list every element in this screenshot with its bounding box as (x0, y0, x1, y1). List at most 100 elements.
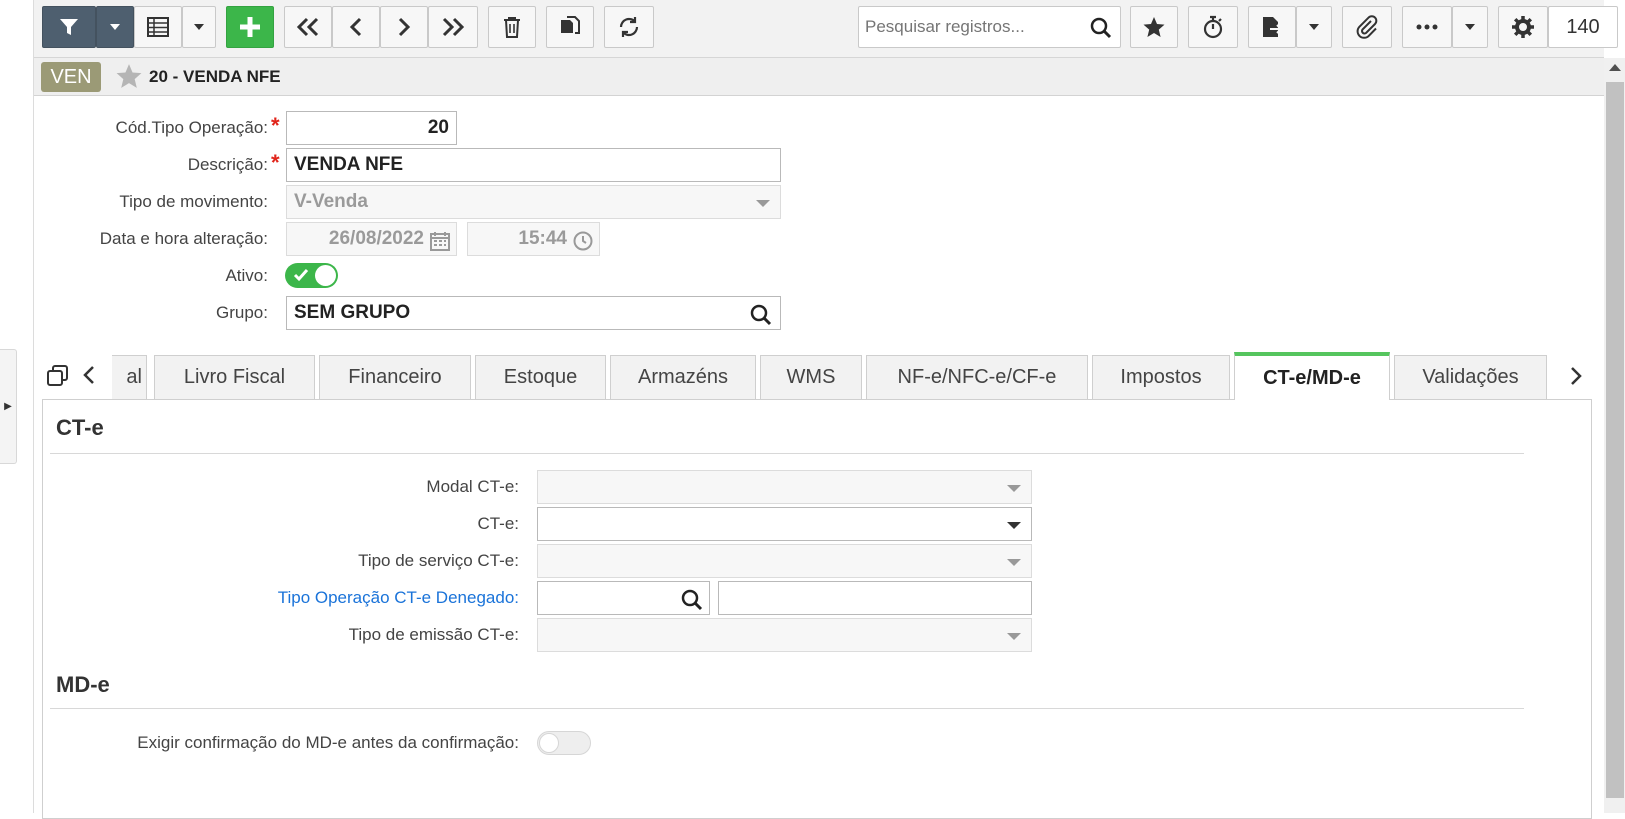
page-title: 20 - VENDA NFE (149, 67, 281, 86)
cod-tipo-field[interactable]: 20 (286, 111, 457, 145)
toggle-knob (539, 733, 559, 753)
data-hora-label: Data e hora alteração: (99, 229, 268, 248)
search-icon[interactable] (1090, 17, 1112, 39)
filter-button[interactable] (42, 6, 96, 48)
grupo-field[interactable]: SEM GRUPO (286, 296, 781, 330)
mde-section-title: MD-e (56, 672, 110, 697)
tab-strip: al Livro Fiscal Financeiro Estoque Armaz… (42, 350, 1592, 400)
tipo-operacao-denegado-code-field[interactable] (537, 581, 710, 615)
hora-field: 15:44 (467, 222, 600, 256)
tipo-operacao-cte-denegado-link[interactable]: Tipo Operação CT-e Denegado: (278, 588, 519, 608)
export-dropdown-button[interactable] (1296, 6, 1332, 48)
copy-icon (561, 16, 580, 34)
descricao-field[interactable]: VENDA NFE (286, 148, 781, 182)
tab-financeiro[interactable]: Financeiro (319, 355, 471, 399)
tab-list-icon[interactable] (47, 365, 69, 387)
refresh-icon (619, 17, 639, 37)
cte-section-title: CT-e (56, 415, 104, 440)
more-dropdown-button[interactable] (1452, 6, 1488, 48)
ativo-label: Ativo: (225, 266, 268, 285)
required-marker: * (271, 113, 280, 138)
section-divider (50, 453, 1524, 454)
toolbar (34, 0, 1604, 58)
divider (33, 0, 34, 813)
tipo-servico-cte-label: Tipo de serviço CT-e: (358, 551, 519, 570)
favorite-button[interactable] (1130, 6, 1178, 48)
chevron-down-icon (1007, 485, 1021, 492)
caret-down-icon (1465, 24, 1475, 30)
modal-cte-select (537, 470, 1032, 504)
tab-validacoes[interactable]: Validações (1394, 355, 1547, 399)
double-chevron-right-icon (442, 17, 465, 37)
search-icon[interactable] (750, 304, 772, 326)
refresh-button[interactable] (604, 6, 654, 48)
filter-dropdown-button[interactable] (96, 6, 134, 48)
chevron-right-icon[interactable] (1569, 366, 1583, 386)
exigir-confirmacao-mde-toggle[interactable] (537, 731, 591, 755)
descricao-label: Descrição: (187, 155, 268, 174)
previous-record-button[interactable] (332, 6, 380, 48)
attachments-button[interactable] (1342, 6, 1392, 48)
data-field: 26/08/2022 (286, 222, 457, 256)
search-box (858, 6, 1121, 48)
record-title-bar: VEN 20 - VENDA NFE (34, 58, 1604, 96)
tipo-emissao-cte-select (537, 618, 1032, 652)
settings-button[interactable] (1498, 6, 1548, 48)
tab-cte-mde[interactable]: CT-e/MD-e (1234, 352, 1390, 400)
tab-nfe-nfce-cfe[interactable]: NF-e/NFC-e/CF-e (866, 355, 1088, 399)
grid-dropdown-button[interactable] (182, 6, 216, 48)
tipo-operacao-denegado-description-field[interactable] (718, 581, 1032, 615)
chevron-left-icon[interactable] (82, 365, 96, 385)
star-icon[interactable] (116, 63, 142, 89)
chevron-down-icon (756, 200, 770, 207)
next-record-button[interactable] (380, 6, 428, 48)
star-icon (1143, 17, 1165, 37)
chevron-right-icon (398, 17, 411, 37)
search-icon[interactable] (681, 589, 703, 611)
module-badge: VEN (41, 62, 101, 92)
export-icon (1263, 17, 1283, 37)
duplicate-button[interactable] (546, 6, 594, 48)
more-icon (1416, 24, 1438, 30)
tab-armazens[interactable]: Armazéns (610, 355, 756, 399)
stopwatch-icon (1203, 15, 1223, 39)
cod-tipo-label: Cód.Tipo Operação: (115, 118, 268, 137)
caret-down-icon (194, 24, 204, 30)
more-actions-button[interactable] (1402, 6, 1452, 48)
tipo-movimento-select: V-Venda (286, 185, 781, 219)
chevron-down-icon (1007, 633, 1021, 640)
export-button[interactable] (1248, 6, 1296, 48)
timer-button[interactable] (1188, 6, 1238, 48)
grupo-label: Grupo: (216, 303, 268, 322)
tab-wms[interactable]: WMS (760, 355, 862, 399)
delete-button[interactable] (488, 6, 536, 48)
tab-livro-fiscal[interactable]: Livro Fiscal (154, 355, 315, 399)
double-chevron-left-icon (296, 17, 319, 37)
record-count[interactable]: 140 (1548, 6, 1618, 48)
tab-estoque[interactable]: Estoque (475, 355, 606, 399)
required-marker: * (271, 150, 280, 175)
vertical-scrollbar[interactable] (1604, 58, 1625, 813)
plus-icon (240, 17, 260, 37)
ativo-toggle[interactable] (285, 263, 338, 288)
hora-value: 15:44 (518, 228, 567, 249)
cte-select[interactable] (537, 507, 1032, 541)
tipo-servico-cte-select (537, 544, 1032, 578)
search-input[interactable] (859, 7, 1084, 47)
add-record-button[interactable] (226, 6, 274, 48)
toggle-knob (315, 265, 336, 286)
scrollbar-thumb[interactable] (1606, 82, 1624, 798)
side-panel-toggle[interactable]: ▶ (0, 349, 17, 464)
tipo-emissao-cte-label: Tipo de emissão CT-e: (348, 625, 519, 644)
scroll-up-icon[interactable] (1609, 64, 1621, 71)
grid-view-button[interactable] (134, 6, 182, 48)
caret-down-icon (110, 24, 120, 30)
last-record-button[interactable] (428, 6, 478, 48)
chevron-left-icon (349, 17, 362, 37)
tab-controls-left (42, 350, 112, 399)
section-divider (50, 708, 1524, 709)
first-record-button[interactable] (284, 6, 332, 48)
tab-impostos[interactable]: Impostos (1092, 355, 1230, 399)
chevron-down-icon (1007, 559, 1021, 566)
cte-label: CT-e: (477, 514, 519, 533)
